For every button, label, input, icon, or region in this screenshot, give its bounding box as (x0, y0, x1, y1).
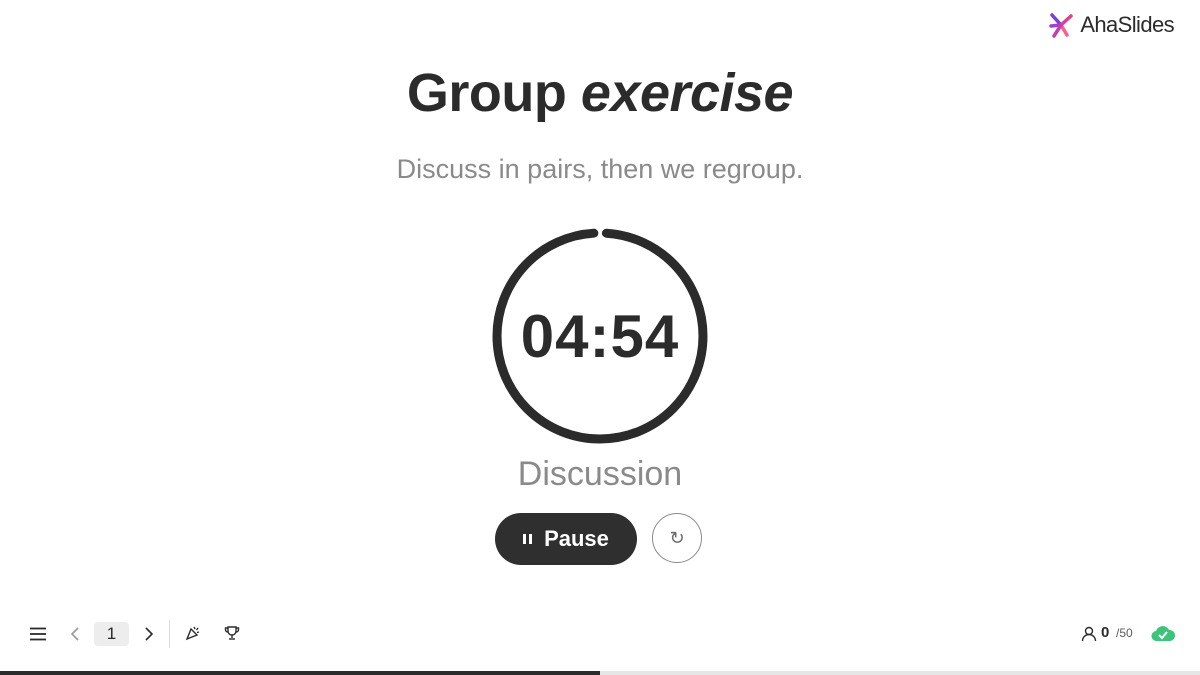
pause-button-label: Pause (544, 526, 609, 551)
brand-name: AhaSlides (1080, 12, 1174, 37)
chevron-left-icon[interactable] (66, 624, 84, 644)
slide-progress-fill (0, 671, 600, 675)
party-popper-icon[interactable] (183, 623, 203, 643)
reset-icon: ↻ (669, 527, 685, 548)
timer-value: 04:54 (520, 302, 680, 370)
pause-button[interactable]: Pause (495, 513, 637, 565)
check-cloud-icon (1150, 622, 1176, 644)
user-icon (1080, 624, 1098, 644)
timer-label: Discussion (517, 455, 683, 493)
pause-icon (523, 534, 533, 544)
reset-timer-button[interactable]: ↻ (652, 513, 702, 563)
trophy-icon[interactable] (222, 623, 242, 643)
slide-subtitle: Discuss in pairs, then we regroup. (396, 154, 804, 184)
slide-title-plain: Group (406, 63, 581, 123)
audience-max: /50 (1116, 626, 1133, 640)
chevron-right-icon[interactable] (140, 624, 158, 644)
toolbar-divider (169, 620, 170, 648)
page-number[interactable]: 1 (94, 622, 129, 646)
countdown-timer: 04:54 (490, 226, 710, 446)
slide-title: Group exercise (0, 62, 1200, 124)
menu-icon[interactable] (28, 624, 48, 644)
brand-logo: AhaSlides (1046, 10, 1175, 40)
ahaslides-logo-icon (1049, 13, 1074, 38)
bottom-toolbar: 1 0 /50 (0, 612, 1200, 656)
slide-progress-bar (0, 671, 1200, 675)
slide-title-italic: exercise (580, 63, 794, 123)
audience-count: 0 (1101, 624, 1110, 641)
